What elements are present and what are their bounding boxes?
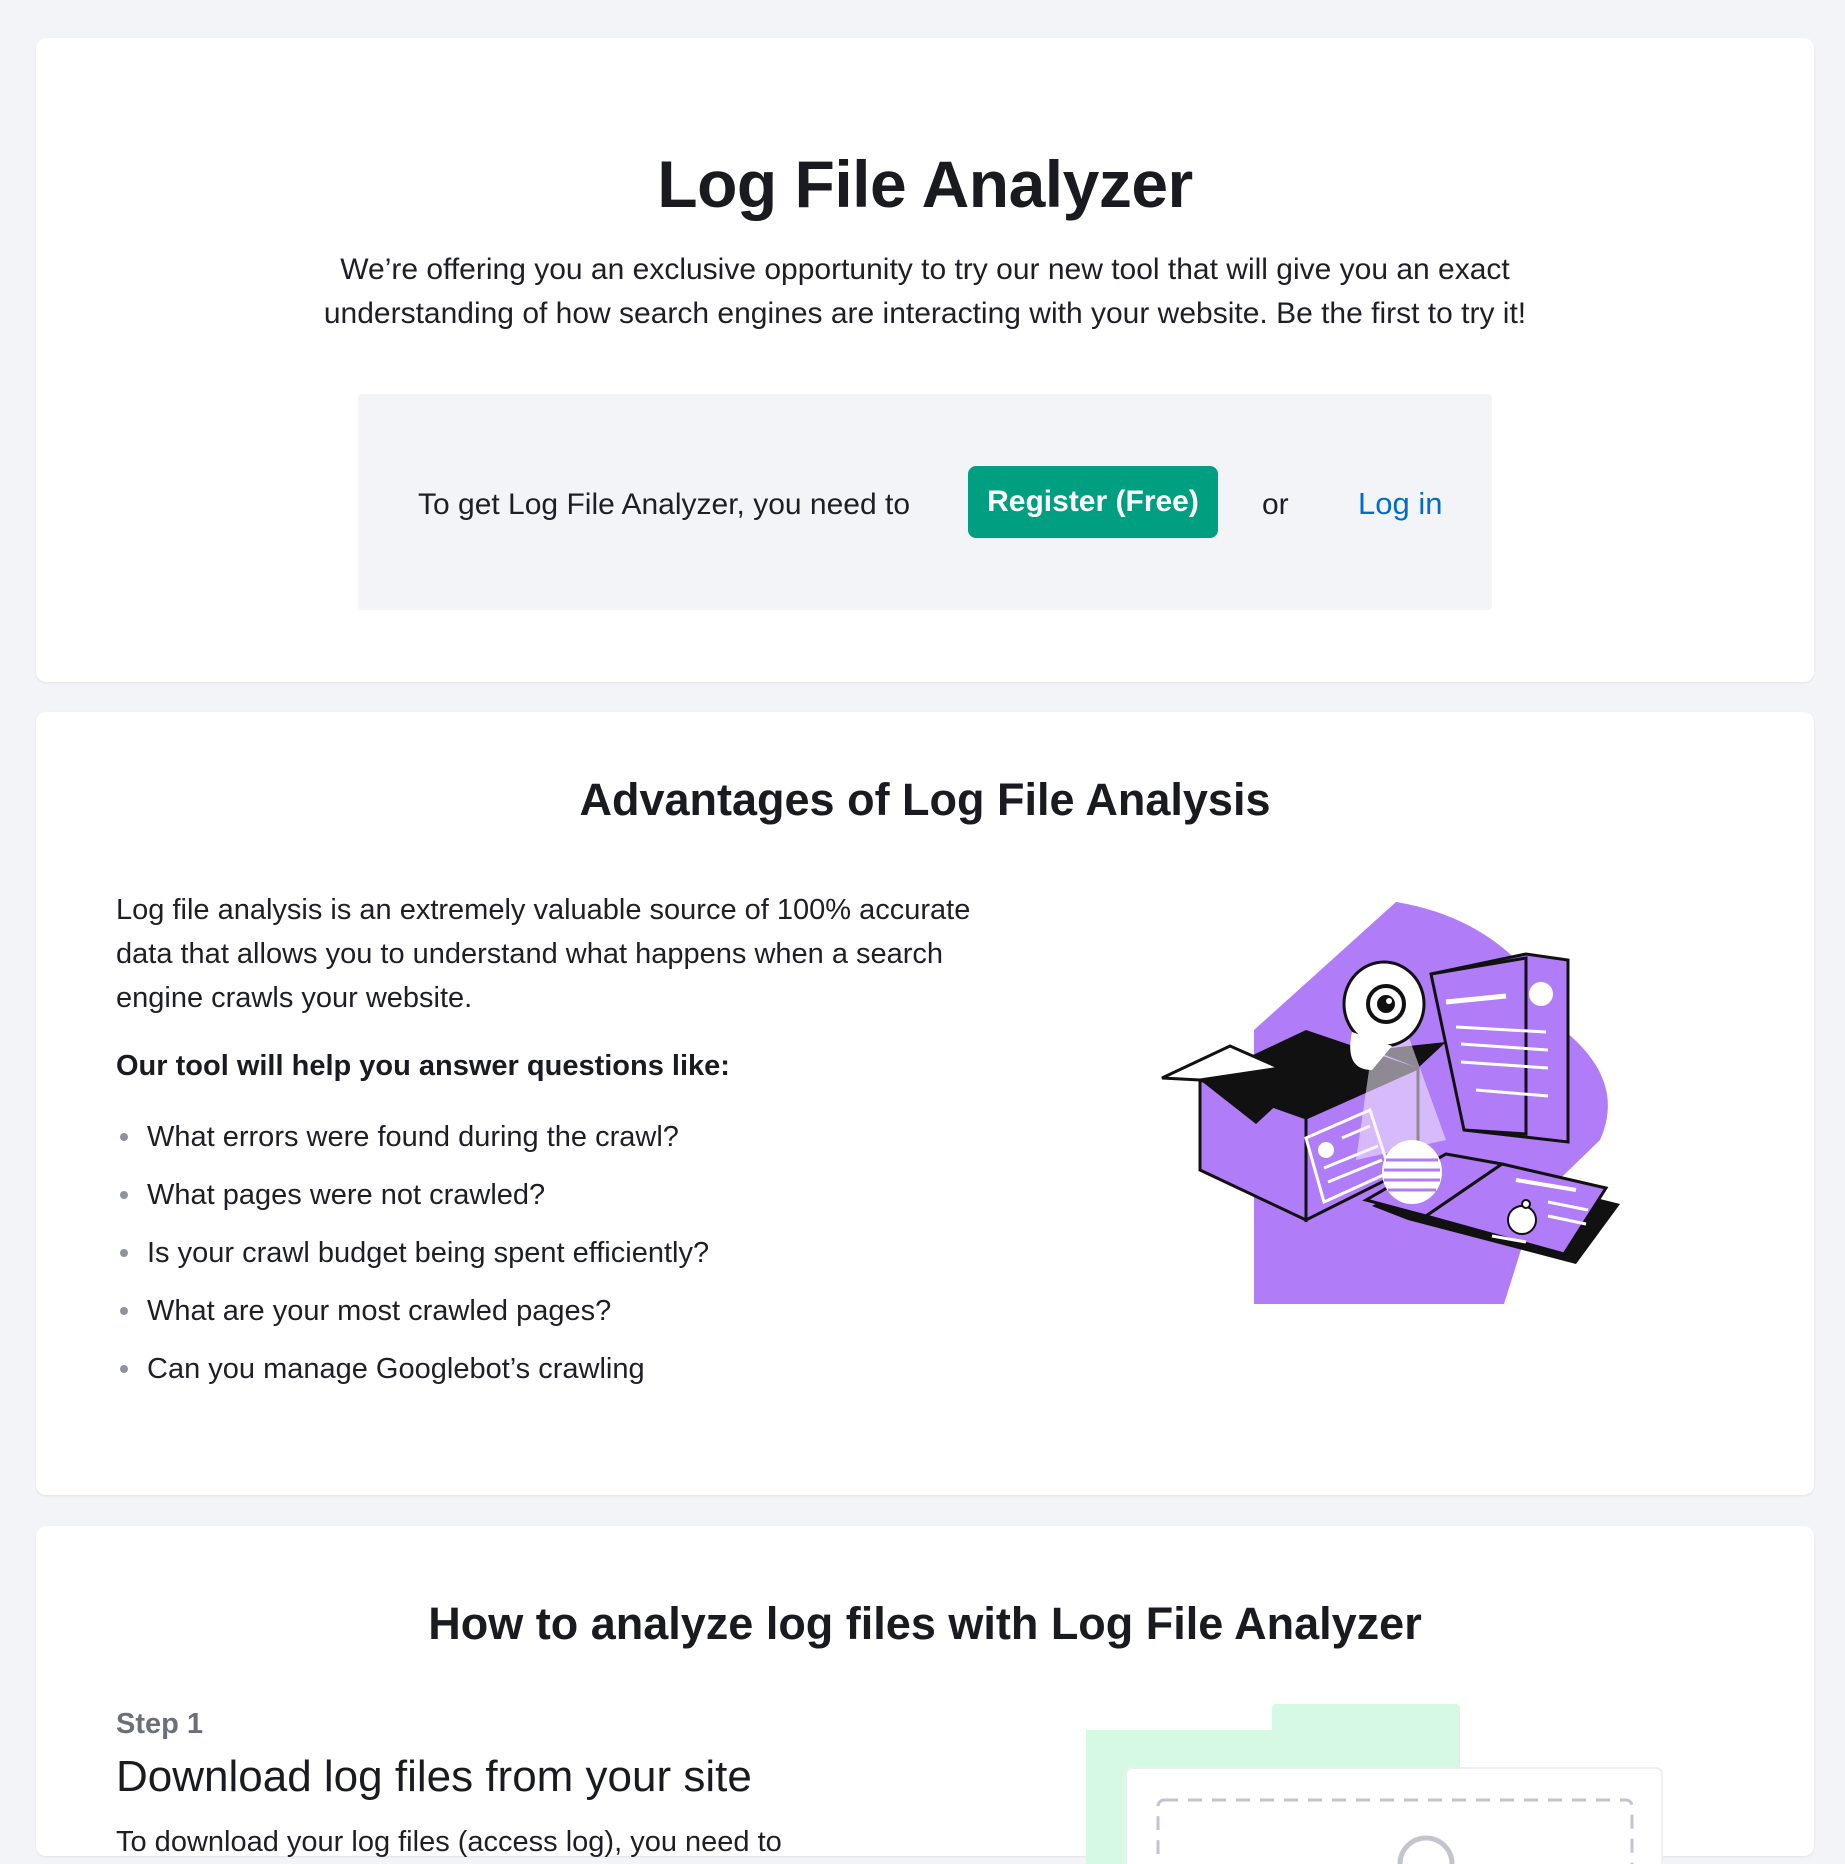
page-title: Log File Analyzer (657, 147, 1193, 221)
question-text: What pages were not crawled? (147, 1179, 546, 1211)
advantages-lead: Our tool will help you answer questions … (116, 1050, 730, 1082)
list-item: What errors were found during the crawl? (116, 1108, 709, 1166)
login-link[interactable]: Log in (1358, 486, 1442, 522)
advantages-title: Advantages of Log File Analysis (579, 774, 1271, 825)
question-text: Can you manage Googlebot’s crawling (147, 1353, 645, 1385)
page-subtitle: We’re offering you an exclusive opportun… (323, 253, 1527, 330)
list-item: What pages were not crawled? (116, 1166, 709, 1224)
questions-list: What errors were found during the crawl?… (116, 1108, 709, 1398)
bullet-icon (120, 1191, 128, 1199)
question-text: What errors were found during the crawl? (147, 1121, 679, 1153)
or-separator: or (1262, 488, 1289, 521)
how-to-title: How to analyze log files with Log File A… (428, 1598, 1422, 1649)
question-text: What are your most crawled pages? (147, 1295, 612, 1327)
access-prompt-text: To get Log File Analyzer, you need to (418, 488, 910, 521)
bullet-icon (120, 1307, 128, 1315)
advantages-intro: Log file analysis is an extremely valuab… (116, 894, 971, 1014)
bullet-icon (120, 1133, 128, 1141)
advantages-card: Advantages of Log File Analysis Log file… (36, 712, 1814, 1495)
hero-card: Log File Analyzer We’re offering you an … (36, 38, 1814, 682)
register-button[interactable]: Register (Free) (968, 466, 1218, 538)
step-title: Download log files from your site (116, 1752, 752, 1801)
step-description: To download your log files (access log),… (116, 1826, 782, 1858)
list-item: Can you manage Googlebot’s crawling (116, 1340, 709, 1398)
log-download-illustration (1086, 1704, 1663, 1864)
step-label: Step 1 (116, 1708, 204, 1740)
how-to-card: How to analyze log files with Log File A… (36, 1526, 1814, 1864)
list-item: Is your crawl budget being spent efficie… (116, 1224, 709, 1282)
bullet-icon (120, 1365, 128, 1373)
bullet-icon (120, 1249, 128, 1257)
question-text: Is your crawl budget being spent efficie… (147, 1237, 710, 1269)
crawler-box-illustration (1161, 902, 1620, 1304)
list-item: What are your most crawled pages? (116, 1282, 709, 1340)
access-prompt-box: To get Log File Analyzer, you need to Re… (358, 394, 1492, 610)
